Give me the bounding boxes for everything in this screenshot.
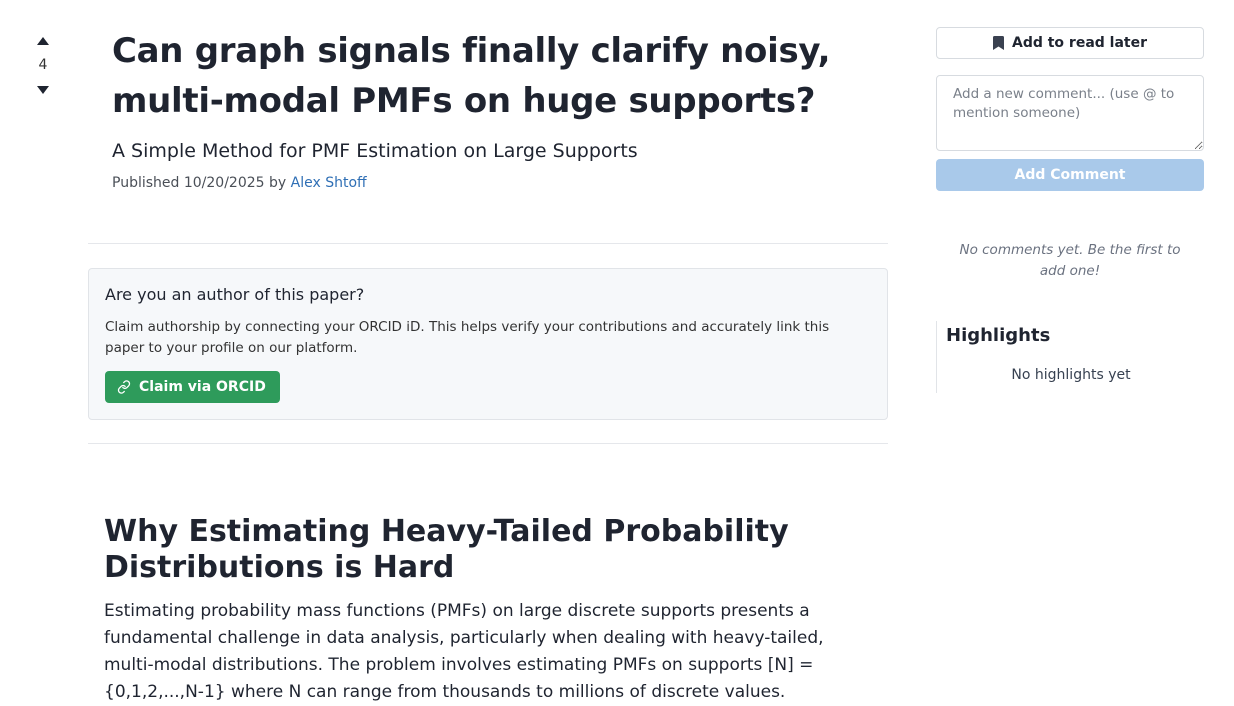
read-later-label: Add to read later [1011, 35, 1148, 51]
no-highlights-message: No highlights yet [1011, 367, 1131, 383]
add-comment-button[interactable]: Add Comment [936, 159, 1204, 191]
no-comments-message: No comments yet. Be the first to add one… [959, 242, 1181, 279]
link-icon [117, 380, 131, 394]
triangle-up-icon [37, 37, 49, 45]
highlights-title: Highlights [946, 325, 1051, 346]
add-to-read-later-button[interactable]: Add to read later [936, 27, 1204, 59]
publish-meta: Published 10/20/2025 by Alex Shtoff [112, 175, 367, 191]
author-link[interactable]: Alex Shtoff [291, 175, 367, 191]
divider [88, 243, 888, 244]
triangle-down-icon [37, 86, 49, 94]
highlights-panel: Highlights No highlights yet [936, 321, 1205, 393]
downvote-button[interactable] [30, 81, 56, 99]
claim-description: Claim authorship by connecting your ORCI… [105, 319, 830, 356]
section-heading: Why Estimating Heavy-Tailed Probability … [104, 514, 789, 585]
divider [88, 443, 888, 444]
comment-input[interactable] [936, 75, 1204, 151]
article-body: Why Estimating Heavy-Tailed Probability … [104, 514, 874, 706]
upvote-button[interactable] [30, 32, 56, 50]
vote-widget: 4 [30, 32, 56, 99]
claim-heading: Are you an author of this paper? [105, 285, 365, 304]
claim-button-label: Claim via ORCID [139, 379, 266, 395]
vote-count: 4 [38, 57, 48, 73]
paper-title: Can graph signals finally clarify noisy,… [112, 31, 831, 121]
claim-orcid-button[interactable]: Claim via ORCID [105, 371, 280, 403]
section-paragraph: Estimating probability mass functions (P… [104, 601, 824, 702]
published-date: Published 10/20/2025 by [112, 175, 287, 191]
claim-authorship-panel: Are you an author of this paper? Claim a… [88, 268, 888, 420]
bookmark-icon [992, 36, 1004, 50]
paper-subtitle: A Simple Method for PMF Estimation on La… [112, 140, 638, 162]
